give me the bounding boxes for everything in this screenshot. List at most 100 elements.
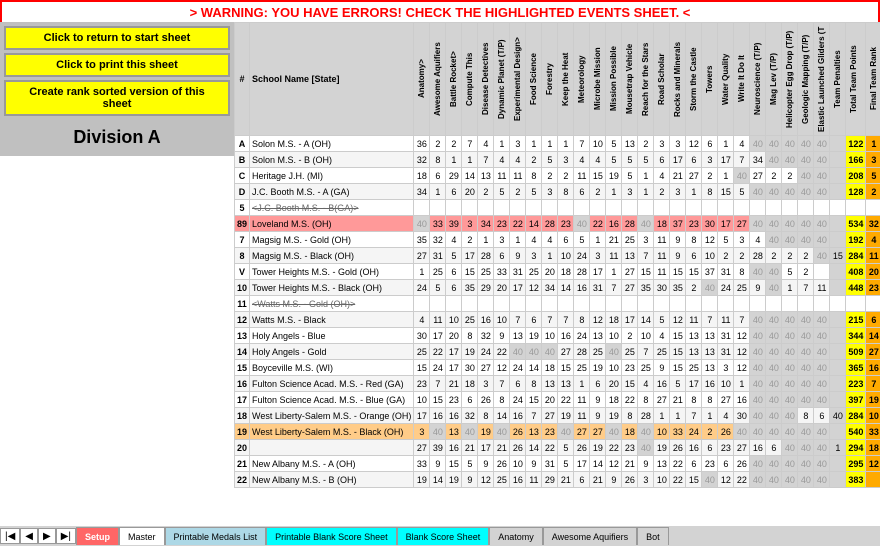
score-cell: 3 [638, 232, 654, 248]
score-cell: 8 [558, 184, 574, 200]
table-row: 12Watts M.S. - Black41110251610767781218… [235, 312, 880, 328]
row-school-name: Boyceville M.S. (WI) [250, 360, 414, 376]
score-cell: 40 [750, 472, 766, 488]
score-cell: 9 [510, 248, 526, 264]
score-cell [830, 392, 846, 408]
score-cell: 32 [478, 328, 494, 344]
score-cell: 40 [766, 312, 782, 328]
col-rocks: Rocks and Minerals [670, 23, 686, 136]
row-id: D [235, 184, 250, 200]
score-cell: 40 [798, 328, 814, 344]
score-cell: 128 [846, 184, 866, 200]
score-cell: 8 [526, 376, 542, 392]
score-cell: 30 [734, 408, 750, 424]
score-cell [830, 184, 846, 200]
row-school-name: West Liberty-Salem M.S. - Orange (OH) [250, 408, 414, 424]
score-cell: 40 [814, 344, 830, 360]
main-content[interactable]: # School Name [State] Anatomy> Awesome A… [234, 22, 880, 526]
score-cell: 40 [750, 136, 766, 152]
score-cell: 10 [718, 376, 734, 392]
score-cell: 24 [478, 344, 494, 360]
table-row: 18West Liberty-Salem M.S. - Orange (OH)1… [235, 408, 880, 424]
score-cell: 13 [622, 248, 638, 264]
score-cell: 1 [606, 264, 622, 280]
score-cell: 16 [510, 408, 526, 424]
tab-aquifiers[interactable]: Awesome Aquifiers [543, 527, 637, 545]
score-cell [830, 376, 846, 392]
score-cell: 5 [654, 312, 670, 328]
score-cell: 15 [830, 248, 846, 264]
tab-blank[interactable]: Blank Score Sheet [397, 527, 490, 545]
row-school-name: Loveland M.S. (OH) [250, 216, 414, 232]
col-microbe: Microbe Mission [590, 23, 606, 136]
table-row: 13Holy Angels - Blue30172083291319101624… [235, 328, 880, 344]
score-cell: 13 [686, 328, 702, 344]
row-school-name: West Liberty-Salem M.S. - Black (OH) [250, 424, 414, 440]
table-row: 2027391621172126142252619222340192616623… [235, 440, 880, 456]
nav-right[interactable]: ▶ [38, 528, 56, 544]
score-cell: 13 [686, 344, 702, 360]
score-cell: 40 [798, 232, 814, 248]
score-cell: 29 [446, 168, 462, 184]
score-cell: 14 [638, 312, 654, 328]
score-cell: 14 [558, 280, 574, 296]
score-cell: 40 [414, 216, 430, 232]
nav-left[interactable]: ◀ [20, 528, 38, 544]
score-cell: 40 [606, 344, 622, 360]
tab-anatomy[interactable]: Anatomy [489, 527, 543, 545]
score-cell: 4 [414, 312, 430, 328]
tab-setup[interactable]: Setup [76, 527, 119, 545]
nav-prev[interactable]: |◀ [0, 528, 20, 544]
row-school-name: Magsig M.S. - Gold (OH) [250, 232, 414, 248]
sorted-version-button[interactable]: Create rank sorted version of this sheet [4, 80, 230, 116]
score-cell: 40 [782, 360, 798, 376]
score-cell: 28 [574, 344, 590, 360]
score-cell: 5 [558, 440, 574, 456]
score-cell: 16 [446, 408, 462, 424]
score-cell: 16 [866, 360, 880, 376]
score-cell: 21 [670, 168, 686, 184]
score-cell: 14 [526, 216, 542, 232]
score-cell: 7 [798, 280, 814, 296]
tab-master[interactable]: Master [119, 527, 165, 545]
score-cell: 5 [670, 376, 686, 392]
score-cell: 40 [750, 408, 766, 424]
score-cell: 223 [846, 376, 866, 392]
score-cell: 18 [606, 312, 622, 328]
score-cell: 1 [478, 232, 494, 248]
score-cell: 27 [750, 168, 766, 184]
score-cell [830, 280, 846, 296]
score-cell: 20 [866, 264, 880, 280]
tab-medals[interactable]: Printable Medals List [165, 527, 267, 545]
score-cell: 5 [866, 168, 880, 184]
score-cell: 22 [734, 472, 750, 488]
print-sheet-button[interactable]: Click to print this sheet [4, 53, 230, 77]
row-school-name: Fulton Science Acad. M.S. - Blue (GA) [250, 392, 414, 408]
score-cell: 7 [510, 312, 526, 328]
table-row: 21New Albany M.S. - A (OH)33915592610931… [235, 456, 880, 472]
score-cell: 1 [718, 136, 734, 152]
score-cell: 15 [670, 360, 686, 376]
score-cell: 2 [542, 168, 558, 184]
score-cell: 10 [558, 248, 574, 264]
score-cell: 17 [510, 280, 526, 296]
tab-blank-print[interactable]: Printable Blank Score Sheet [266, 527, 397, 545]
score-cell: 6 [446, 264, 462, 280]
score-cell: 8 [462, 328, 478, 344]
score-cell: 15 [670, 328, 686, 344]
nav-next[interactable]: ▶| [56, 528, 76, 544]
score-cell: 40 [430, 424, 446, 440]
score-cell: 25 [494, 472, 510, 488]
score-cell: 17 [478, 440, 494, 456]
row-school-name: Holy Angels - Blue [250, 328, 414, 344]
score-cell: 5 [494, 184, 510, 200]
score-cell: 26 [574, 440, 590, 456]
score-cell: 12 [670, 312, 686, 328]
score-cell: 1 [702, 408, 718, 424]
score-cell: 32 [414, 152, 430, 168]
col-experimental: Experimental Design> [510, 23, 526, 136]
score-cell: 40 [750, 312, 766, 328]
return-sheet-button[interactable]: Click to return to start sheet [4, 26, 230, 50]
table-row: 7Magsig M.S. - Gold (OH)3532421314465121… [235, 232, 880, 248]
tab-bot[interactable]: Bot [637, 527, 669, 545]
